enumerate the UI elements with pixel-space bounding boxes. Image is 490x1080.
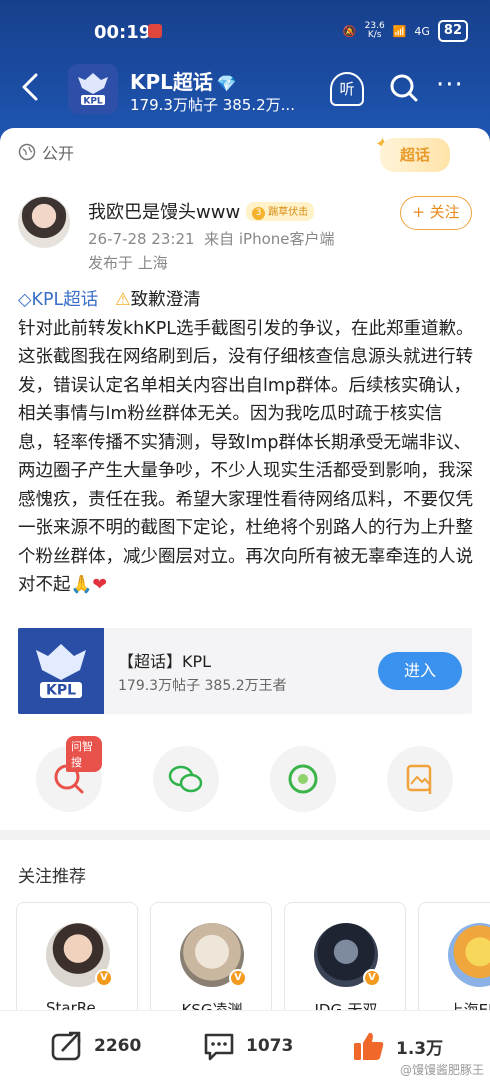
post-card: 公开 ✦ 超话 我欧巴是馒头www3踹草伏击 26-7-28 23:21 来自 … bbox=[0, 128, 490, 1080]
watermark: @馒馒酱肥豚王 bbox=[399, 1063, 484, 1077]
post-content: ◇KPL超话 ⚠致歉澄清 针对此前转发khKPL选手截图引发的争议，在此郑重道歉… bbox=[18, 286, 474, 600]
supertopic-card-title: 【超话】KPL bbox=[118, 652, 212, 671]
action-bar: 2260 1073 1.3万 @馒馒酱肥豚王 bbox=[0, 1010, 490, 1080]
visibility-label: 公开 bbox=[42, 144, 75, 163]
diamond-icon: 💎 bbox=[216, 74, 237, 93]
svg-text:KPL: KPL bbox=[46, 683, 76, 699]
wechat-share-button[interactable] bbox=[153, 746, 219, 812]
supertopic-stats: 179.3万帖子 385.2万... bbox=[130, 96, 295, 114]
more-menu-button[interactable]: ··· bbox=[436, 70, 464, 100]
repost-button[interactable]: 2260 bbox=[50, 1029, 141, 1063]
search-button[interactable] bbox=[388, 72, 420, 104]
share-row: 问智搜 bbox=[0, 736, 490, 816]
supertopic-badge: 超话 bbox=[380, 138, 450, 172]
recommend-list: V StarRe... V KSG凌渊 V JDG-无双 上海EDG bbox=[16, 902, 490, 1032]
network-type: 4G bbox=[414, 24, 430, 38]
kpl-card-logo: KPL bbox=[18, 628, 104, 714]
comment-icon bbox=[204, 1033, 234, 1061]
image-download-icon bbox=[406, 764, 432, 794]
warning-icon: ⚠ bbox=[114, 290, 131, 310]
topic-link[interactable]: ◇KPL超话 bbox=[18, 290, 98, 310]
moments-share-button[interactable] bbox=[270, 746, 336, 812]
post-source: 来自 iPhone客户端 bbox=[204, 230, 335, 248]
folded-hands-icon: 🙏 bbox=[70, 575, 93, 595]
globe-icon bbox=[18, 143, 36, 161]
post-headline: 致歉澄清 bbox=[130, 290, 201, 310]
verified-icon: V bbox=[229, 969, 247, 987]
ai-search-tag: 问智搜 bbox=[66, 736, 102, 772]
post-text: 针对此前转发khKPL选手截图引发的争议，在此郑重道歉。这张截图我在网络刷到后，… bbox=[18, 318, 474, 596]
post-meta: 26-7-28 23:21 来自 iPhone客户端 bbox=[88, 228, 335, 249]
heart-icon: ❤ bbox=[92, 575, 107, 595]
repost-count: 2260 bbox=[94, 1036, 142, 1056]
battery-indicator: 82 bbox=[437, 20, 468, 42]
author-name[interactable]: 我欧巴是馒头www 3 踹草伏击 bbox=[88, 198, 315, 224]
visibility-row: 公开 bbox=[18, 140, 74, 164]
back-button[interactable] bbox=[14, 72, 46, 108]
repost-icon bbox=[51, 1031, 81, 1061]
recommend-title: 关注推荐 bbox=[18, 867, 86, 887]
avatar bbox=[448, 923, 490, 987]
author-avatar[interactable] bbox=[18, 196, 70, 248]
save-image-button[interactable] bbox=[387, 746, 453, 812]
back-arrow-icon bbox=[22, 73, 38, 101]
network-speed: 23.6 K/s bbox=[364, 21, 385, 40]
thumbs-up-icon bbox=[354, 1032, 384, 1060]
supertopic-title: KPL超话 💎 bbox=[130, 70, 237, 94]
moments-icon bbox=[288, 764, 318, 794]
like-count: 1.3万 bbox=[396, 1038, 444, 1059]
enter-button[interactable]: 进入 bbox=[378, 652, 462, 690]
comment-button[interactable]: 1073 bbox=[202, 1029, 293, 1063]
section-divider bbox=[0, 830, 490, 840]
wechat-icon bbox=[168, 765, 203, 793]
supertopic-card-stats: 179.3万帖子 385.2万王者 bbox=[118, 678, 287, 694]
notification-icon bbox=[148, 24, 162, 38]
like-button[interactable]: 1.3万 bbox=[352, 1029, 443, 1063]
post-author-row: 我欧巴是馒头www 3 踹草伏击 26-7-28 23:21 来自 iPhone客户… bbox=[0, 188, 490, 278]
supertopic-card[interactable]: KPL 【超话】KPL 179.3万帖子 385.2万王者 进入 bbox=[18, 628, 472, 714]
follow-button[interactable]: + 关注 bbox=[400, 196, 472, 230]
diamond-outline-icon: ◇ bbox=[18, 290, 32, 310]
post-timestamp: 26-7-28 23:21 bbox=[88, 230, 195, 248]
silent-icon: 🔕 bbox=[342, 24, 357, 38]
level-badge: 3 踹草伏击 bbox=[246, 202, 315, 221]
top-navigation: KPL KPL超话 💎 179.3万帖子 385.2万... 听 ··· bbox=[0, 60, 490, 120]
status-indicators: 🔕 23.6 K/s 📶 4G 82 bbox=[343, 20, 468, 42]
ai-search-button[interactable]: 问智搜 bbox=[36, 736, 102, 812]
wifi-icon: 📶 bbox=[392, 24, 407, 38]
status-bar: 00:19 🔕 23.6 K/s 📶 4G 82 bbox=[0, 0, 490, 60]
comment-count: 1073 bbox=[246, 1036, 294, 1056]
svg-text:KPL: KPL bbox=[83, 97, 103, 107]
post-location: 发布于 上海 bbox=[88, 254, 168, 272]
listen-button[interactable]: 听 bbox=[330, 72, 364, 106]
verified-icon: V bbox=[95, 969, 113, 987]
search-icon bbox=[390, 74, 418, 102]
verified-icon: V bbox=[363, 969, 381, 987]
kpl-logo[interactable]: KPL bbox=[68, 64, 118, 114]
status-time: 00:19 bbox=[94, 22, 152, 43]
